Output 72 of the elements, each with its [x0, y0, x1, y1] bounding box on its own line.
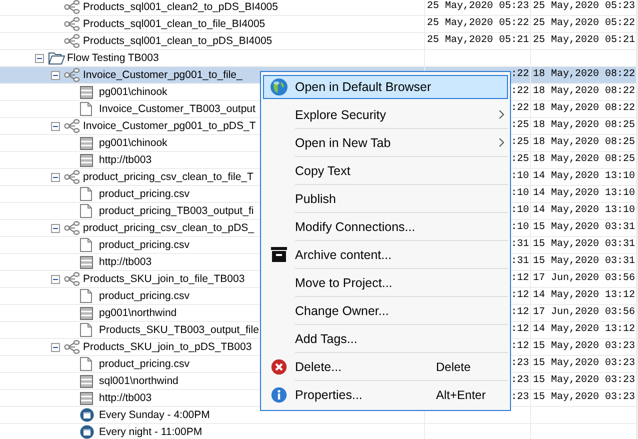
- item-label: Invoice_Customer_pg001_to_file_: [83, 68, 242, 83]
- date-text: 18 May,2020 08:25: [532, 120, 635, 131]
- date-text: 18 May,2020 08:25: [532, 137, 635, 148]
- date-text: :10: [510, 222, 529, 233]
- item-label: product_pricing_TB003_output_fi: [99, 204, 254, 219]
- date-text: 15 May,2020 03:23: [532, 358, 635, 369]
- date-text: 18 May,2020 08:25: [532, 154, 635, 165]
- item-label: Products_SKU_TB003_output_file: [99, 323, 259, 338]
- item-label: Products_sql001_clean2_to_pDS_BI4005: [83, 0, 278, 15]
- item-label: product_pricing_csv_clean_to_file_T: [83, 170, 254, 185]
- date-text: 15 May,2020 03:31: [532, 256, 635, 267]
- item-label: product_pricing_csv_clean_to_pDS_: [83, 221, 254, 236]
- date-text: 25 May,2020 05:23: [426, 1, 529, 12]
- date-text: :12: [510, 324, 529, 335]
- date-text: :10: [510, 171, 529, 182]
- item-label: Products_sql001_clean_to_pDS_BI4005: [83, 34, 272, 49]
- date-text: 15 May,2020 03:23: [532, 341, 635, 352]
- date-text: 15 May,2020 03:23: [532, 392, 635, 403]
- item-label: Every night - 11:00PM: [99, 425, 202, 439]
- item-label: product_pricing.csv: [99, 289, 190, 304]
- date-text: :22: [510, 103, 529, 114]
- date-text: :25: [510, 154, 529, 165]
- item-label: http://tb003: [99, 255, 152, 270]
- item-label: Flow Testing TB003: [67, 51, 159, 66]
- date-text: :23: [510, 392, 529, 403]
- item-label: http://tb003: [99, 153, 152, 168]
- date-text: :31: [510, 256, 529, 267]
- item-label: Products_SKU_join_to_file_TB003: [83, 272, 245, 287]
- item-label: Products_sql001_clean_to_file_BI4005: [83, 17, 266, 32]
- date-text: 18 May,2020 08:22: [532, 103, 635, 114]
- item-label: Every Sunday - 4:00PM: [99, 408, 210, 423]
- date-text: 14 May,2020 13:10: [532, 171, 635, 182]
- date-text: :12: [510, 307, 529, 318]
- item-label: product_pricing.csv: [99, 187, 190, 202]
- item-label: pg001\northwind: [99, 306, 177, 321]
- item-label: product_pricing.csv: [99, 238, 190, 253]
- item-label: pg001\chinook: [99, 85, 168, 100]
- date-text: :25: [510, 137, 529, 148]
- item-label: Invoice_Customer_TB003_output: [99, 102, 256, 117]
- date-text: :12: [510, 290, 529, 301]
- date-text: 15 May,2020 03:31: [532, 222, 635, 233]
- date-text: :22: [510, 86, 529, 97]
- item-label: http://tb003: [99, 391, 152, 406]
- date-text: 25 May,2020 05:21: [532, 35, 635, 46]
- date-text: :23: [510, 358, 529, 369]
- date-text: 14 May,2020 13:12: [532, 290, 635, 301]
- date-text: 17 Jun,2020 03:56: [532, 307, 635, 318]
- item-label: product_pricing.csv: [99, 357, 190, 372]
- date-text: :10: [510, 188, 529, 199]
- date-text: 15 May,2020 03:23: [532, 375, 635, 386]
- item-label: sql001\northwind: [99, 374, 178, 389]
- item-label: pg001\chinook: [99, 136, 168, 151]
- date-text: 15 May,2020 03:31: [532, 239, 635, 250]
- date-text: :31: [510, 239, 529, 250]
- date-text: 14 May,2020 13:10: [532, 188, 635, 199]
- date-text: :10: [510, 205, 529, 216]
- date-text: 14 May,2020 13:10: [532, 205, 635, 216]
- date-text: :25: [510, 120, 529, 131]
- item-label: Products_SKU_join_to_pDS_TB003: [83, 340, 252, 355]
- date-text: :23: [510, 375, 529, 386]
- date-text: :12: [510, 341, 529, 352]
- item-label: Invoice_Customer_pg001_to_pDS_T: [83, 119, 256, 134]
- date-text: 25 May,2020 05:21: [426, 35, 529, 46]
- date-text: 25 May,2020 05:22: [532, 18, 635, 29]
- date-text: :22: [510, 69, 529, 80]
- date-text: 18 May,2020 08:22: [532, 69, 635, 80]
- date-text: 25 May,2020 05:23: [532, 1, 635, 12]
- date-text: 14 May,2020 13:12: [532, 324, 635, 335]
- date-text: :12: [510, 273, 529, 284]
- date-text: 18 May,2020 08:22: [532, 86, 635, 97]
- date-text: 25 May,2020 05:22: [426, 18, 529, 29]
- date-text: 17 Jun,2020 03:56: [532, 273, 635, 284]
